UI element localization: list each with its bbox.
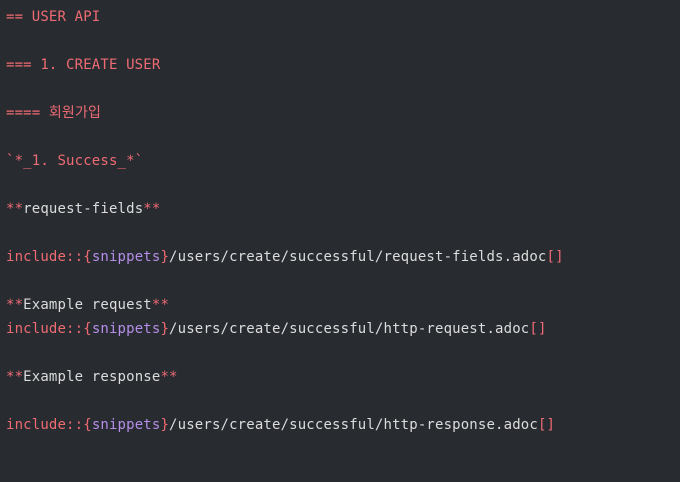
bold-example-request: **Example request** <box>6 294 169 316</box>
heading-create-user: === 1. CREATE USER <box>6 57 161 73</box>
bold-marker-close: ** <box>151 297 170 313</box>
brace-open: { <box>83 417 92 433</box>
include-directive: include:: <box>6 249 84 265</box>
bold-marker-close: ** <box>143 201 161 217</box>
attribute-snippets: snippets <box>91 321 161 337</box>
include-http-response: include::{snippets}/users/create/success… <box>6 414 555 436</box>
code-editor[interactable]: == USER API === 1. CREATE USER ==== 회원가입… <box>0 0 680 482</box>
include-directive: include:: <box>6 417 84 433</box>
bold-text: Example response <box>23 369 161 385</box>
include-brackets: [] <box>537 417 556 433</box>
heading-signup: ==== 회원가입 <box>6 105 102 121</box>
bold-text: request-fields <box>23 201 144 217</box>
brace-close: } <box>160 321 170 337</box>
include-path: /users/create/successful/http-response.a… <box>169 417 538 433</box>
brace-open: { <box>83 249 92 265</box>
success-label: `*_1. Success_*` <box>6 153 144 169</box>
attribute-snippets: snippets <box>91 417 161 433</box>
bold-marker-close: ** <box>160 369 178 385</box>
include-request-fields: include::{snippets}/users/create/success… <box>6 246 564 268</box>
include-path: /users/create/successful/http-request.ad… <box>169 321 530 337</box>
include-http-request: include::{snippets}/users/create/success… <box>6 318 547 340</box>
heading-user-api: == USER API <box>6 9 101 25</box>
include-directive: include:: <box>6 321 84 337</box>
brace-close: } <box>160 417 170 433</box>
attribute-snippets: snippets <box>91 249 161 265</box>
bold-request-fields: **request-fields** <box>6 198 160 220</box>
include-path: /users/create/successful/request-fields.… <box>169 249 547 265</box>
bold-marker-open: ** <box>6 369 24 385</box>
brace-open: { <box>83 321 92 337</box>
bold-marker-open: ** <box>6 297 24 313</box>
include-brackets: [] <box>546 249 564 265</box>
include-brackets: [] <box>529 321 547 337</box>
bold-example-response: **Example response** <box>6 366 178 388</box>
bold-marker-open: ** <box>6 201 24 217</box>
brace-close: } <box>160 249 170 265</box>
bold-text: Example request <box>23 297 152 313</box>
